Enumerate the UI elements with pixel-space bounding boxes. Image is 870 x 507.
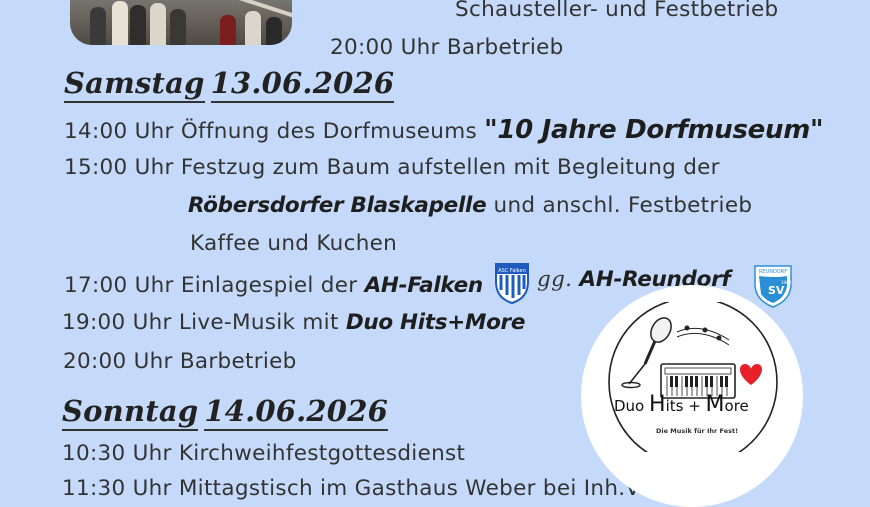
saturday-line-blaskapelle: Röbersdorfer Blaskapelle und anschl. Fes… bbox=[188, 193, 752, 218]
sunday-date: 14.06.2026 bbox=[204, 394, 388, 431]
logo-title-h: H bbox=[649, 392, 666, 417]
saturday-line-museum: 14:00 Uhr Öffnung des Dorfmuseums "10 Ja… bbox=[64, 115, 824, 145]
falken-crest-text: ASC Falken bbox=[498, 268, 526, 274]
top-line-festbetrieb: Schausteller- und Festbetrieb bbox=[455, 0, 779, 22]
festival-photo bbox=[70, 0, 292, 45]
museum-time: 14:00 Uhr Öffnung des Dorfmuseums bbox=[64, 119, 477, 144]
top-line-barbetrieb: 20:00 Uhr Barbetrieb bbox=[330, 35, 564, 60]
sunday-line-mittagstisch: 11:30 Uhr Mittagstisch im Gasthaus Weber… bbox=[62, 476, 675, 501]
vs-text: gg. bbox=[537, 267, 573, 292]
sunday-line-gottesdienst: 10:30 Uhr Kirchweihfestgottesdienst bbox=[62, 441, 466, 466]
festbetrieb-text: und anschl. Festbetrieb bbox=[493, 193, 753, 218]
logo-title-mid: its + bbox=[665, 397, 706, 415]
music-notes-icon bbox=[676, 325, 730, 346]
saturday-date: 13.06.2026 bbox=[210, 66, 395, 103]
reundorf-crest-text: REUNDORF bbox=[759, 269, 787, 275]
saturday-line-barbetrieb: 20:00 Uhr Barbetrieb bbox=[63, 349, 297, 374]
saturday-line-festzug: 15:00 Uhr Festzug zum Baum aufstellen mi… bbox=[64, 155, 720, 180]
museum-quote: "10 Jahre Dorfmuseum" bbox=[484, 115, 824, 145]
saturday-line-kaffee: Kaffee und Kuchen bbox=[190, 231, 398, 256]
saturday-line-livemusik: 19:00 Uhr Live-Musik mit Duo Hits+More bbox=[62, 310, 525, 335]
logo-title-pre: Duo bbox=[614, 397, 650, 415]
logo-title-m: M bbox=[705, 392, 725, 417]
sunday-heading: Sonntag 14.06.2026 bbox=[62, 394, 388, 431]
band-blaskapelle: Röbersdorfer Blaskapelle bbox=[188, 193, 487, 218]
saturday-line-einlagespiel: 17:00 Uhr Einlagespiel der AH-Falken bbox=[64, 273, 483, 298]
logo-title-post: ore bbox=[724, 397, 749, 415]
duo-logo-subtitle: Die Musik für Ihr Fest! bbox=[656, 427, 739, 435]
falken-crest-icon: ASC Falken bbox=[495, 263, 529, 304]
saturday-heading: Samstag 13.06.2026 bbox=[64, 66, 395, 103]
team-ah-falken: AH-Falken bbox=[364, 273, 484, 298]
heart-icon bbox=[740, 364, 762, 385]
einlagespiel-text: 17:00 Uhr Einlagespiel der bbox=[64, 273, 358, 298]
reundorf-crest-letters: SV bbox=[768, 284, 785, 297]
reundorf-crest-year: 1960 bbox=[781, 280, 792, 285]
saturday-day: Samstag bbox=[64, 66, 205, 103]
livemusik-text: 19:00 Uhr Live-Musik mit bbox=[62, 310, 339, 335]
photo-maypole bbox=[189, 0, 292, 18]
duo-logo-title: Duo Hits + More bbox=[614, 392, 749, 417]
band-duo-hits-more: Duo Hits+More bbox=[345, 310, 526, 335]
sunday-day: Sonntag bbox=[62, 394, 199, 431]
